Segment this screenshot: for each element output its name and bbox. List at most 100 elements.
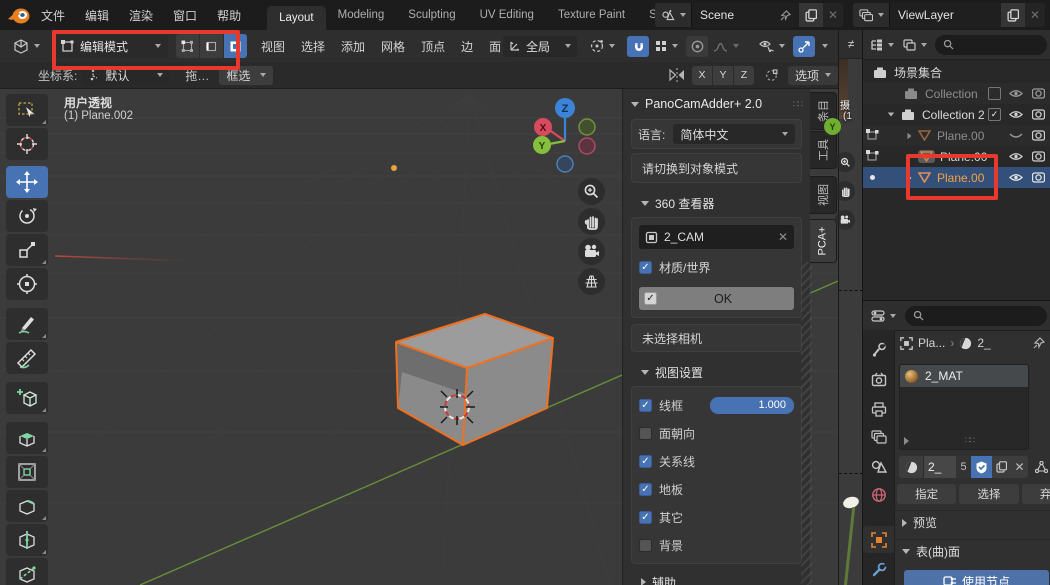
tab-layout[interactable]: Layout [267, 6, 326, 30]
menu-help[interactable]: 帮助 [217, 7, 241, 24]
menu-view[interactable]: 视图 [261, 38, 285, 55]
tab-modifiers[interactable] [863, 556, 894, 583]
camera-visibility-icon[interactable] [1032, 109, 1045, 120]
tool-cursor[interactable] [6, 128, 48, 160]
collapsed-arrow-icon[interactable] [908, 132, 912, 138]
pin-icon[interactable] [780, 10, 791, 21]
menu-edit[interactable]: 编辑 [85, 7, 109, 24]
tool-add-cube[interactable] [6, 382, 48, 414]
toggle-row-relationship-lines[interactable]: 关系线 [639, 451, 794, 471]
tool-knife[interactable] [6, 558, 48, 585]
other-checkbox[interactable] [639, 511, 652, 524]
expand-arrow-icon[interactable] [888, 113, 894, 117]
properties-search-input[interactable] [905, 306, 1047, 326]
tool-loop-cut[interactable] [6, 524, 48, 556]
toggle-row-face-orientation[interactable]: 面朝向 [639, 423, 794, 443]
pan-view-button[interactable] [578, 208, 605, 235]
eye-icon[interactable] [1009, 152, 1023, 161]
secondary-viewport-strip[interactable]: ≠ 摄 (1 [838, 30, 863, 585]
exclude-checkbox[interactable] [988, 87, 1001, 100]
viewlayer-browse-button[interactable] [853, 3, 889, 27]
camera-visibility-icon[interactable] [1032, 151, 1045, 162]
axis-gizmo[interactable]: Z X Y [530, 93, 600, 178]
pano-panel-header[interactable]: PanoCamAdder+ 2.0 ∷∷ [631, 94, 802, 114]
panel-resize-hatch[interactable] [801, 262, 812, 585]
viewlayer-name-field[interactable]: ViewLayer [889, 3, 1001, 27]
scene-name-field[interactable]: Scene [691, 3, 799, 27]
tab-render[interactable] [863, 366, 894, 393]
gizmo-neg-z-ball[interactable] [557, 156, 573, 172]
menu-face[interactable]: 面 [489, 38, 501, 55]
tab-view-layer[interactable] [863, 424, 894, 451]
proportional-editing-button[interactable] [686, 36, 708, 57]
eye-icon[interactable] [1009, 110, 1023, 119]
breadcrumb-object[interactable]: Pla... [918, 336, 945, 350]
exclude-checkbox[interactable]: ✓ [988, 108, 1001, 121]
camera-select-field[interactable]: 2_CAM ✕ [639, 225, 794, 249]
menu-mesh[interactable]: 网格 [381, 38, 405, 55]
options-button[interactable]: 选项 [788, 66, 838, 85]
tab-uv-editing[interactable]: UV Editing [468, 9, 546, 21]
tab-output[interactable] [863, 396, 894, 423]
tab-tool[interactable] [863, 336, 894, 363]
material-slot-row[interactable]: 2_MAT [900, 365, 1028, 387]
snap-target-button[interactable] [651, 36, 681, 57]
properties-editor-type-button[interactable] [867, 306, 899, 326]
snap-toggle-button[interactable] [627, 36, 649, 57]
deselect-button[interactable]: 弃选 [1022, 484, 1050, 504]
sidebar-tab-tool[interactable]: 工具 [810, 131, 837, 169]
language-select[interactable]: 简体中文 [673, 124, 795, 144]
tab-world[interactable] [863, 481, 894, 508]
view-settings-header[interactable]: 视图设置 [631, 360, 802, 384]
toggle-row-floor[interactable]: 地板 [639, 479, 794, 499]
tab-texture-paint[interactable]: Texture Paint [546, 9, 637, 21]
tool-extrude-region[interactable] [6, 422, 48, 454]
outliner-search-input[interactable] [935, 35, 1047, 55]
tool-transform[interactable] [6, 268, 48, 300]
material-link-dropdown[interactable] [1034, 456, 1050, 478]
wireframe-slider[interactable]: 1.000 [710, 397, 794, 414]
eye-icon[interactable] [1009, 173, 1023, 182]
aux-section-header[interactable]: 辅助 [631, 571, 802, 585]
camera-visibility-icon[interactable] [1032, 130, 1045, 141]
falloff-dropdown-button[interactable] [710, 36, 742, 57]
panel-drag-handle[interactable]: ∷∷ [793, 99, 802, 110]
copy-datablock-button[interactable] [992, 456, 1011, 478]
mirror-y-button[interactable]: Y [713, 66, 733, 85]
snap-base-button[interactable] [760, 66, 782, 85]
zoom-view-button[interactable] [578, 178, 605, 205]
wireframe-checkbox[interactable] [639, 399, 652, 412]
strip-gizmo-y-ball[interactable]: Y [824, 118, 841, 135]
strip-header[interactable]: ≠ [839, 30, 863, 59]
new-scene-button[interactable] [799, 3, 823, 27]
eye-closed-icon[interactable] [1009, 132, 1023, 140]
menu-window[interactable]: 窗口 [173, 7, 197, 24]
menu-vertex[interactable]: 顶点 [421, 38, 445, 55]
sidebar-tab-pca[interactable]: PCA+ [810, 219, 837, 263]
select-button[interactable]: 选择 [959, 484, 1018, 504]
pin-icon[interactable] [1033, 337, 1045, 349]
toggle-row-other[interactable]: 其它 [639, 507, 794, 527]
assign-button[interactable]: 指定 [897, 484, 956, 504]
scene-light-dot[interactable] [391, 165, 397, 171]
menu-select[interactable]: 选择 [301, 38, 325, 55]
toggle-row-background[interactable]: 背景 [639, 535, 794, 555]
gizmo-neg-x-ball[interactable] [579, 138, 595, 154]
eye-icon[interactable] [1009, 89, 1023, 98]
tab-sculpting[interactable]: Sculpting [396, 9, 467, 21]
pivot-point-button[interactable] [585, 36, 619, 57]
toggle-row-wireframe[interactable]: 线框 1.000 [639, 395, 794, 415]
fake-user-shield-button[interactable] [971, 456, 992, 478]
camera-visibility-icon[interactable] [1032, 88, 1045, 99]
tool-scale[interactable] [6, 234, 48, 266]
outliner-display-mode-button[interactable] [867, 35, 897, 55]
gizmo-toggle-button[interactable] [793, 36, 815, 57]
breadcrumb-material[interactable]: 2_ [977, 336, 1033, 350]
tab-physics[interactable] [863, 580, 894, 585]
face-orientation-checkbox[interactable] [639, 427, 652, 440]
surface-panel-header[interactable]: 表(曲)面 ∷∷ [894, 539, 1050, 563]
mirror-z-button[interactable]: Z [734, 66, 754, 85]
menu-add[interactable]: 添加 [341, 38, 365, 55]
browse-material-button[interactable] [899, 456, 923, 478]
blender-logo-icon[interactable] [8, 6, 31, 25]
